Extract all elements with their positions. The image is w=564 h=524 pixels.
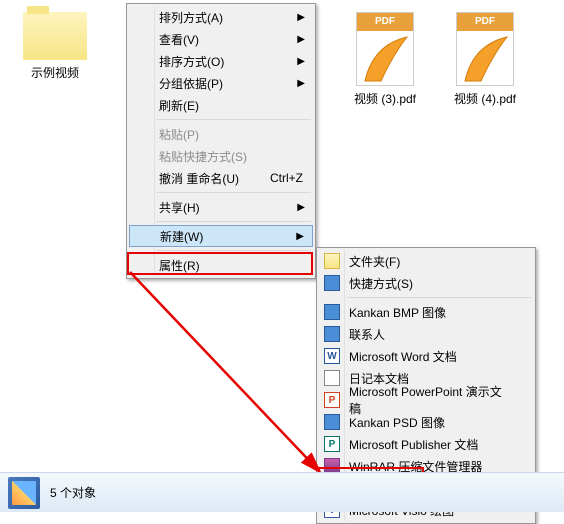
menu-item[interactable]: 排序方式(O) ▶ (129, 50, 313, 72)
file-label: 视频 (3).pdf (345, 90, 425, 107)
menu-item[interactable]: 撤消 重命名(U) Ctrl+Z (129, 167, 313, 189)
menu-item: 粘贴(P) (129, 123, 313, 145)
submenu-item[interactable]: Kankan PSD 图像 (319, 411, 533, 433)
status-bar: 5 个对象 (0, 472, 564, 512)
submenu-item[interactable]: 快捷方式(S) (319, 272, 533, 294)
submenu-item[interactable]: 联系人 (319, 323, 533, 345)
submenu-item[interactable]: Kankan BMP 图像 (319, 301, 533, 323)
bmp-icon (324, 304, 340, 320)
pub-icon: P (324, 436, 340, 452)
file-item-pdf-4[interactable]: PDF 视频 (4).pdf (445, 12, 525, 107)
desktop-area[interactable]: 示例视频 PDF 视频 (3).pdf PDF 视频 (4).pdf 排列方式(… (0, 0, 564, 512)
menu-item-label: 分组依据(P) (159, 75, 223, 92)
folder-icon (23, 12, 87, 60)
folder-item[interactable]: 示例视频 (15, 12, 95, 81)
menu-shortcut: Ctrl+Z (270, 171, 303, 185)
submenu-item-label: 联系人 (349, 326, 385, 343)
menu-separator (157, 119, 311, 120)
folder-icon (324, 253, 340, 269)
menu-item[interactable]: 分组依据(P) ▶ (129, 72, 313, 94)
menu-separator (157, 250, 311, 251)
submenu-item-label: Microsoft Publisher 文档 (349, 436, 478, 453)
context-menu: 排列方式(A) ▶ 查看(V) ▶ 排序方式(O) ▶ 分组依据(P) ▶ 刷新(E) 粘贴(P)… (126, 3, 316, 279)
menu-item[interactable]: 查看(V) ▶ (129, 28, 313, 50)
pdf-icon: PDF (456, 12, 514, 86)
menu-item-label: 新建(W) (160, 228, 203, 245)
menu-separator (157, 221, 311, 222)
submenu-item-label: Microsoft Word 文档 (349, 348, 457, 365)
menu-item-label: 刷新(E) (159, 97, 199, 114)
statusbar-count: 5 个对象 (50, 484, 96, 501)
menu-item[interactable]: 属性(R) (129, 254, 313, 276)
menu-item[interactable]: 刷新(E) (129, 94, 313, 116)
menu-item-label: 撤消 重命名(U) (159, 170, 239, 187)
menu-separator (347, 297, 531, 298)
contact-icon (324, 326, 340, 342)
file-label: 视频 (4).pdf (445, 90, 525, 107)
menu-item-label: 排序方式(O) (159, 53, 224, 70)
file-item-pdf-3[interactable]: PDF 视频 (3).pdf (345, 12, 425, 107)
submenu-arrow-icon: ▶ (297, 56, 305, 67)
word-icon: W (324, 348, 340, 364)
journal-icon (324, 370, 340, 386)
pdf-badge: PDF (457, 13, 513, 31)
menu-item-label: 粘贴(P) (159, 126, 199, 143)
menu-item[interactable]: 新建(W) ▶ (129, 225, 313, 247)
menu-item-label: 粘贴快捷方式(S) (159, 148, 247, 165)
submenu-item[interactable]: W Microsoft Word 文档 (319, 345, 533, 367)
submenu-arrow-icon: ▶ (296, 231, 304, 242)
submenu-arrow-icon: ▶ (297, 12, 305, 23)
shortcut-icon (324, 275, 340, 291)
submenu-item-label: Kankan PSD 图像 (349, 414, 445, 431)
ppt-icon: P (324, 392, 340, 408)
menu-item[interactable]: 共享(H) ▶ (129, 196, 313, 218)
menu-item-label: 查看(V) (159, 31, 199, 48)
menu-item-label: 共享(H) (159, 199, 200, 216)
psd-icon (324, 414, 340, 430)
submenu-item[interactable]: 文件夹(F) (319, 250, 533, 272)
statusbar-icon (8, 477, 40, 509)
menu-item[interactable]: 排列方式(A) ▶ (129, 6, 313, 28)
menu-item-label: 属性(R) (159, 257, 200, 274)
submenu-item[interactable]: P Microsoft Publisher 文档 (319, 433, 533, 455)
menu-separator (157, 192, 311, 193)
annotation-arrow (120, 258, 330, 478)
submenu-arrow-icon: ▶ (297, 78, 305, 89)
submenu-item-label: 文件夹(F) (349, 253, 400, 270)
menu-item: 粘贴快捷方式(S) (129, 145, 313, 167)
menu-item-label: 排列方式(A) (159, 9, 223, 26)
submenu-arrow-icon: ▶ (297, 34, 305, 45)
folder-label: 示例视频 (15, 64, 95, 81)
submenu-item-label: Kankan BMP 图像 (349, 304, 446, 321)
submenu-item-label: 快捷方式(S) (349, 275, 413, 292)
pdf-badge: PDF (357, 13, 413, 31)
submenu-item[interactable]: PMicrosoft PowerPoint 演示文稿 (319, 389, 533, 411)
pdf-icon: PDF (356, 12, 414, 86)
submenu-arrow-icon: ▶ (297, 202, 305, 213)
